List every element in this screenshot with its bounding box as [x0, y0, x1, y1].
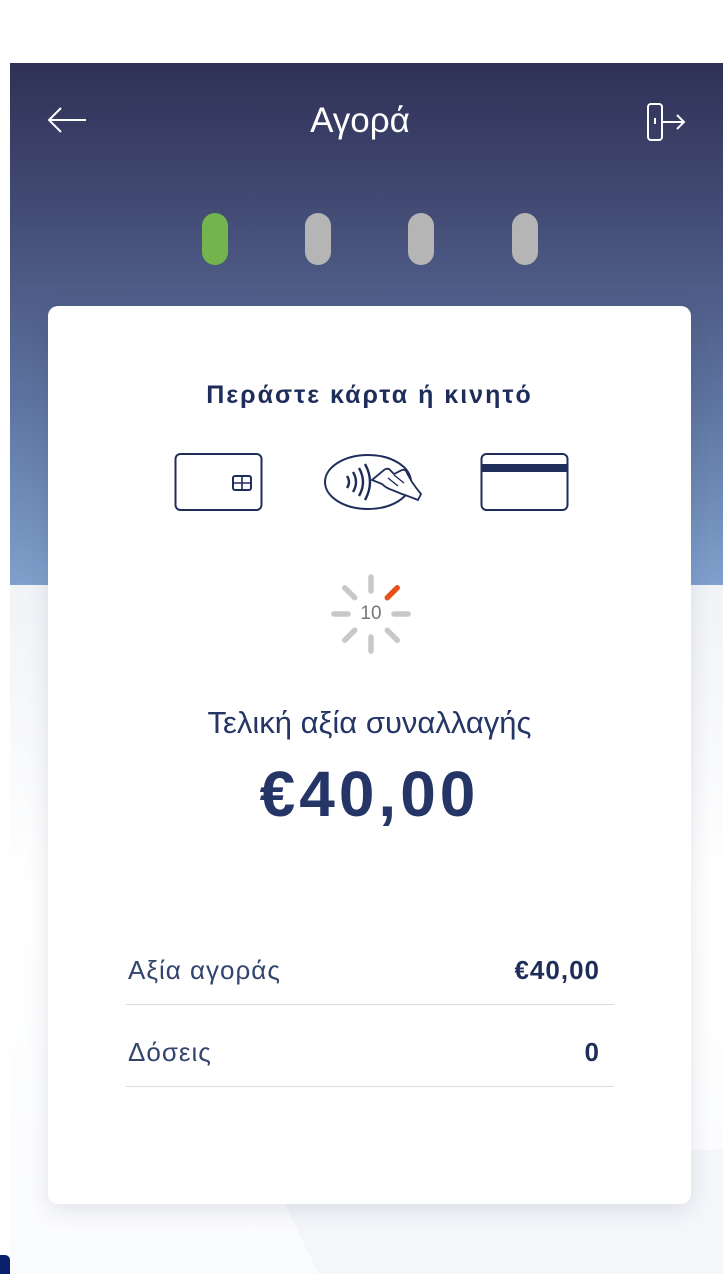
progress-step-1 — [202, 213, 228, 265]
detail-value: 0 — [584, 1037, 600, 1067]
chip-card-icon — [174, 450, 264, 512]
progress-step-2 — [305, 213, 331, 265]
exit-door-icon — [647, 103, 686, 141]
countdown-timer: 10 — [330, 573, 412, 655]
exit-button[interactable] — [640, 100, 692, 144]
magstripe-card-icon — [480, 450, 570, 512]
card-instruction: Περάστε κάρτα ή κινητό — [206, 381, 533, 409]
payment-card: Περάστε κάρτα ή κινητό 10 Τελική αξία συ… — [48, 306, 691, 1204]
detail-row-purchase: Αξία αγοράς €40,00 — [126, 950, 614, 1005]
detail-label: Αξία αγοράς — [128, 955, 281, 985]
detail-value: €40,00 — [514, 955, 600, 985]
back-button[interactable] — [44, 100, 92, 140]
page-title: Αγορά — [310, 101, 410, 140]
total-label: Τελική αξία συναλλαγής — [207, 705, 532, 740]
detail-label: Δόσεις — [128, 1037, 212, 1067]
progress-step-3 — [408, 213, 434, 265]
detail-row-installments: Δόσεις 0 — [126, 1032, 614, 1087]
progress-step-4 — [512, 213, 538, 265]
corner-marker — [0, 1255, 10, 1274]
contactless-tap-icon — [322, 450, 424, 512]
timer-count: 10 — [360, 603, 382, 624]
total-amount: €40,00 — [259, 758, 480, 830]
arrow-left-icon — [47, 107, 86, 133]
